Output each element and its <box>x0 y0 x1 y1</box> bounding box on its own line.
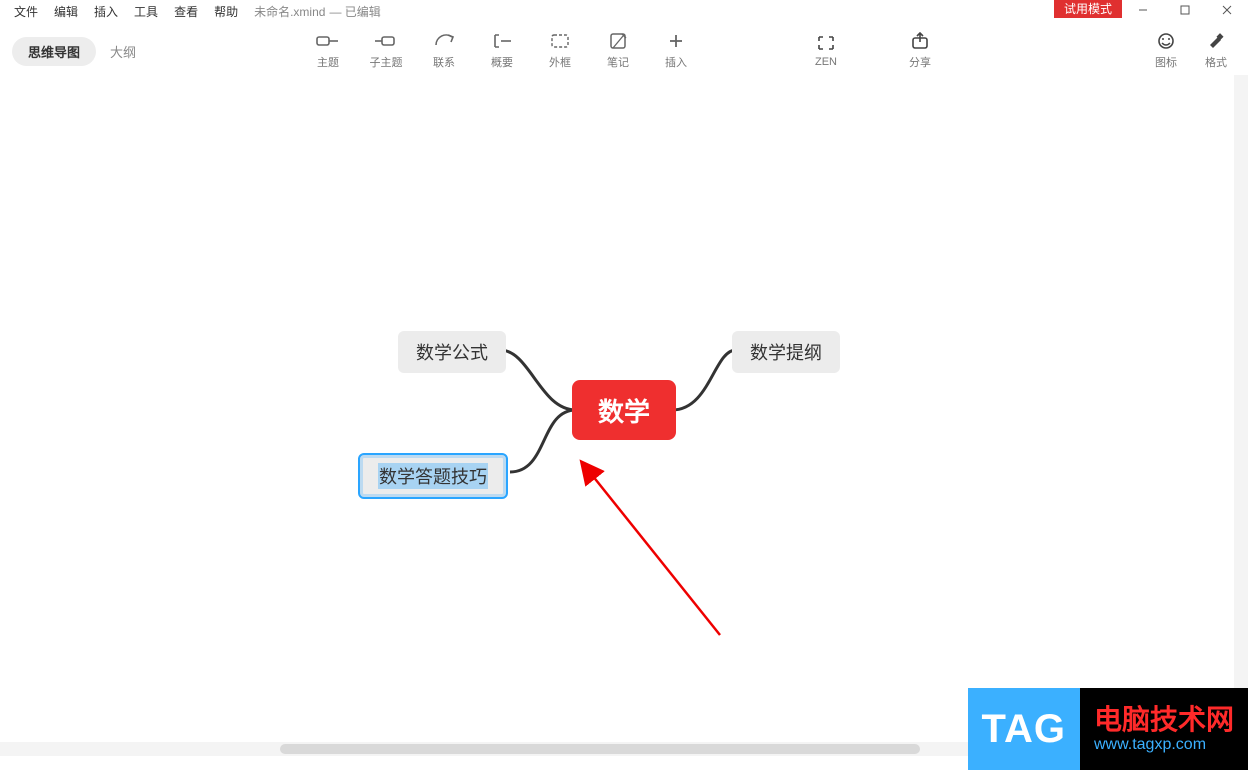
boundary-label: 外框 <box>549 54 571 70</box>
toolbar-main-group: 主题 子主题 联系 概要 外框 笔记 插入 <box>300 27 704 73</box>
topic-label: 主题 <box>317 54 339 70</box>
insert-label: 插入 <box>665 54 687 70</box>
summary-icon <box>491 30 513 52</box>
horizontal-scrollbar-thumb[interactable] <box>280 744 920 754</box>
window-minimize-button[interactable] <box>1122 0 1164 20</box>
subtopic-button[interactable]: 子主题 <box>358 27 414 73</box>
menu-insert[interactable]: 插入 <box>86 1 126 23</box>
summary-label: 概要 <box>491 54 513 70</box>
notes-label: 笔记 <box>607 54 629 70</box>
menu-file[interactable]: 文件 <box>6 1 46 23</box>
smiley-icon <box>1156 30 1176 52</box>
view-mindmap-tab[interactable]: 思维导图 <box>12 37 96 66</box>
view-toggle: 思维导图 大纲 <box>12 37 138 66</box>
central-topic-text: 数学 <box>598 392 650 429</box>
watermark-tag: TAG <box>968 688 1080 770</box>
document-title: 未命名.xmind <box>246 1 329 23</box>
icons-button[interactable]: 图标 <box>1144 27 1188 73</box>
watermark-line1: 电脑技术网 <box>1094 704 1234 736</box>
window-controls <box>1122 0 1248 20</box>
topic-button[interactable]: 主题 <box>300 27 356 73</box>
relationship-label: 联系 <box>433 54 455 70</box>
menu-view[interactable]: 查看 <box>166 1 206 23</box>
watermark-line2: www.tagxp.com <box>1094 736 1234 754</box>
watermark-badge: TAG 电脑技术网 www.tagxp.com <box>968 688 1248 770</box>
topic-icon <box>316 30 340 52</box>
toolbar: 思维导图 大纲 主题 子主题 联系 概要 外框 笔记 插入 <box>0 23 1248 76</box>
subtopic-tips-text: 数学答题技巧 <box>378 463 488 489</box>
icons-label: 图标 <box>1155 54 1177 70</box>
document-status: — 已编辑 <box>329 1 380 23</box>
window-maximize-button[interactable] <box>1164 0 1206 20</box>
format-icon <box>1206 30 1226 52</box>
boundary-button[interactable]: 外框 <box>532 27 588 73</box>
relationship-icon <box>432 30 456 52</box>
subtopic-formula-node[interactable]: 数学公式 <box>398 331 506 373</box>
subtopic-label: 子主题 <box>370 54 403 70</box>
menu-help[interactable]: 帮助 <box>206 1 246 23</box>
relationship-button[interactable]: 联系 <box>416 27 472 73</box>
notes-button[interactable]: 笔记 <box>590 27 646 73</box>
central-topic-node[interactable]: 数学 <box>572 380 676 440</box>
toolbar-right-group: ZEN 分享 <box>798 27 948 73</box>
subtopic-outline-node[interactable]: 数学提纲 <box>732 331 840 373</box>
share-icon <box>910 30 930 52</box>
share-label: 分享 <box>909 54 931 70</box>
mindmap-canvas[interactable]: 数学 数学公式 数学提纲 数学答题技巧 <box>0 75 1236 740</box>
trial-mode-badge[interactable]: 试用模式 <box>1054 0 1122 18</box>
zen-icon <box>816 32 836 54</box>
boundary-icon <box>549 30 571 52</box>
summary-button[interactable]: 概要 <box>474 27 530 73</box>
subtopic-formula-text: 数学公式 <box>416 339 488 365</box>
toolbar-far-right-group: 图标 格式 <box>1144 27 1238 73</box>
zen-button[interactable]: ZEN <box>798 27 854 73</box>
window-close-button[interactable] <box>1206 0 1248 20</box>
view-outline-tab[interactable]: 大纲 <box>108 37 138 66</box>
subtopic-tips-node-selected[interactable]: 数学答题技巧 <box>358 453 508 499</box>
vertical-scrollbar[interactable] <box>1234 75 1248 746</box>
format-label: 格式 <box>1205 54 1227 70</box>
menu-tools[interactable]: 工具 <box>126 1 166 23</box>
notes-icon <box>608 30 628 52</box>
zen-label: ZEN <box>815 56 837 68</box>
insert-button[interactable]: 插入 <box>648 27 704 73</box>
share-button[interactable]: 分享 <box>892 27 948 73</box>
subtopic-outline-text: 数学提纲 <box>750 339 822 365</box>
format-button[interactable]: 格式 <box>1194 27 1238 73</box>
menu-edit[interactable]: 编辑 <box>46 1 86 23</box>
watermark-text: 电脑技术网 www.tagxp.com <box>1080 688 1248 770</box>
subtopic-icon <box>373 30 399 52</box>
plus-icon <box>667 30 685 52</box>
